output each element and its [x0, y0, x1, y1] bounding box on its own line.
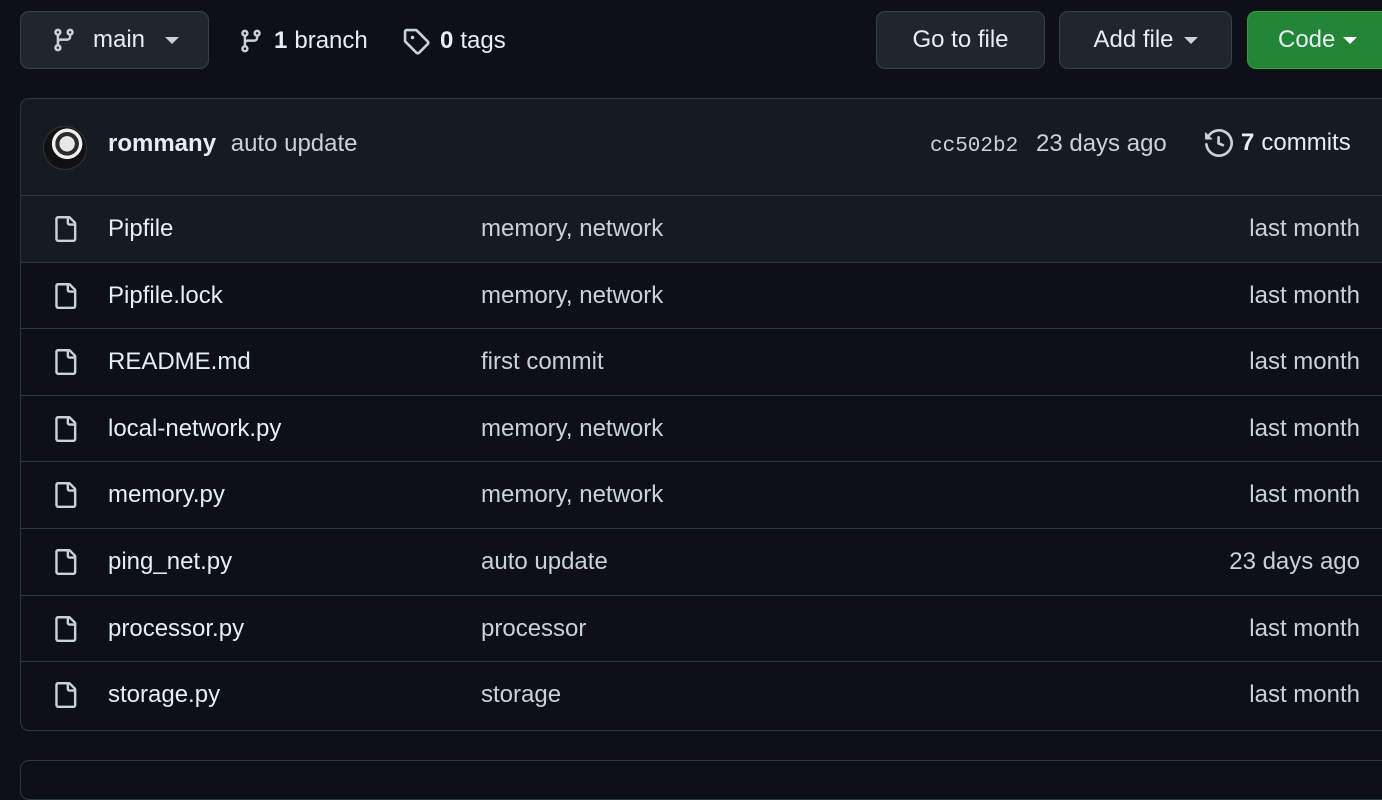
- file-commit-link[interactable]: processor: [481, 615, 586, 643]
- history-icon: [1205, 129, 1233, 157]
- file-name-link[interactable]: README.md: [108, 348, 251, 376]
- branches-link[interactable]: 1 branch: [238, 22, 368, 60]
- file-icon: [52, 547, 78, 577]
- file-age: last month: [1249, 281, 1360, 309]
- file-icon: [52, 414, 78, 444]
- file-name-link[interactable]: Pipfile.lock: [108, 282, 223, 310]
- commit-time: 23 days ago: [1036, 130, 1167, 157]
- commit-message[interactable]: auto update: [231, 130, 358, 157]
- file-browser: rommany auto update cc502b2 23 days ago …: [20, 98, 1382, 731]
- file-icon: [52, 614, 78, 644]
- chevron-down-icon: [1343, 36, 1358, 44]
- branch-select-button[interactable]: main: [20, 11, 209, 69]
- tag-icon: [403, 28, 430, 55]
- file-name-link[interactable]: Pipfile: [108, 215, 173, 243]
- add-file-label: Add file: [1093, 26, 1174, 53]
- file-commit-link[interactable]: auto update: [481, 548, 608, 576]
- file-row[interactable]: README.md first commit last month: [21, 329, 1382, 396]
- file-commit-link[interactable]: memory, network: [481, 282, 663, 310]
- file-row[interactable]: Pipfile.lock memory, network last month: [21, 263, 1382, 330]
- commits-count: 7: [1241, 129, 1255, 156]
- file-row[interactable]: ping_net.py auto update 23 days ago: [21, 529, 1382, 596]
- tags-link[interactable]: 0 tags: [402, 22, 506, 60]
- commits-link[interactable]: 7 commits: [1205, 129, 1351, 157]
- latest-commit-message: rommany auto update: [108, 130, 358, 158]
- file-row[interactable]: processor.py processor last month: [21, 596, 1382, 663]
- code-label: Code: [1278, 26, 1336, 53]
- code-button[interactable]: Code: [1247, 11, 1382, 69]
- file-row[interactable]: memory.py memory, network last month: [21, 462, 1382, 529]
- file-commit-link[interactable]: memory, network: [481, 481, 663, 509]
- branch-name: main: [93, 26, 146, 53]
- commit-author[interactable]: rommany: [108, 130, 216, 157]
- file-icon: [52, 347, 78, 377]
- file-age: 23 days ago: [1229, 547, 1360, 575]
- file-age: last month: [1249, 481, 1360, 509]
- add-file-button[interactable]: Add file: [1059, 11, 1232, 69]
- file-name-link[interactable]: processor.py: [108, 615, 244, 643]
- git-branch-icon: [54, 28, 74, 52]
- file-name-link[interactable]: ping_net.py: [108, 548, 232, 576]
- file-commit-link[interactable]: memory, network: [481, 215, 663, 243]
- file-age: last month: [1249, 414, 1360, 442]
- file-name-link[interactable]: local-network.py: [108, 415, 281, 443]
- file-age: last month: [1249, 215, 1360, 242]
- file-commit-link[interactable]: storage: [481, 681, 561, 709]
- file-icon: [52, 680, 78, 710]
- readme-box: [20, 760, 1382, 800]
- avatar[interactable]: [43, 126, 87, 170]
- chevron-down-icon: [1183, 36, 1198, 44]
- go-to-file-button[interactable]: Go to file: [876, 11, 1045, 69]
- git-branch-icon: [241, 29, 261, 53]
- branch-label: branch: [294, 27, 368, 54]
- file-icon: [52, 281, 78, 311]
- file-icon: [52, 480, 78, 510]
- latest-commit-bar: rommany auto update cc502b2 23 days ago …: [21, 99, 1382, 196]
- file-row[interactable]: storage.py storage last month: [21, 662, 1382, 729]
- commits-label: commits: [1261, 129, 1351, 156]
- commit-sha[interactable]: cc502b2: [930, 135, 1018, 158]
- file-row[interactable]: local-network.py memory, network last mont…: [21, 396, 1382, 463]
- file-row[interactable]: Pipfile memory, network last month: [21, 196, 1382, 263]
- file-name-link[interactable]: memory.py: [108, 481, 225, 509]
- file-commit-link[interactable]: memory, network: [481, 415, 663, 443]
- tag-count: 0: [440, 27, 454, 54]
- branch-count: 1: [274, 27, 288, 54]
- repo-toolbar: main 1 branch 0 tags Go to file Add file…: [0, 0, 1382, 84]
- tag-label: tags: [460, 27, 506, 54]
- file-age: last month: [1249, 348, 1360, 376]
- file-name-link[interactable]: storage.py: [108, 681, 220, 709]
- file-icon: [52, 214, 78, 244]
- file-age: last month: [1249, 614, 1360, 642]
- file-age: last month: [1249, 681, 1360, 709]
- chevron-down-icon: [165, 36, 180, 44]
- file-commit-link[interactable]: first commit: [481, 348, 604, 376]
- file-list: Pipfile memory, network last month Pipfile.…: [21, 196, 1382, 729]
